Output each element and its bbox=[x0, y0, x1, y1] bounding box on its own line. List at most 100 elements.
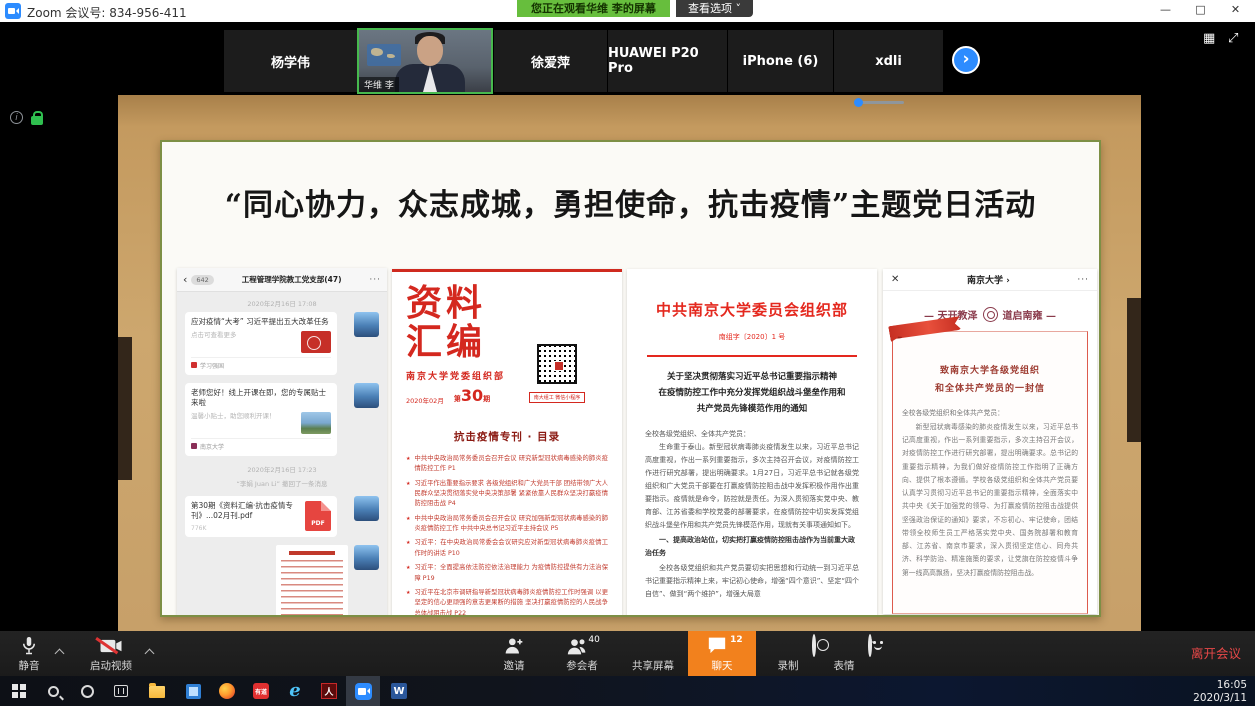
chat-header: ‹ 642 工程管理学院教工党支部(47) ··· bbox=[177, 268, 387, 292]
view-options-button[interactable]: 查看选项 ˅ bbox=[676, 0, 753, 17]
link-card-source: 南京大学 bbox=[200, 442, 224, 451]
toc-item: ★习近平在北京市调研指导新型冠状病毒肺炎疫情防控工作时强调 以更坚定的信心更顽强… bbox=[406, 588, 608, 617]
mute-options-chevron[interactable] bbox=[56, 648, 64, 656]
letter-title: 致南京大学各级党组织 bbox=[902, 362, 1078, 380]
chat-unread-count: 12 bbox=[730, 635, 743, 645]
fullscreen-icon[interactable]: ⤢ bbox=[1228, 31, 1238, 46]
qr-code-block: 南大组工 微信小程序 bbox=[514, 344, 600, 403]
magazine-title-line1: 资料 bbox=[406, 284, 608, 323]
record-icon bbox=[812, 634, 816, 657]
official-document-screenshot: 中共南京大学委员会组织部 南组字〔2020〕1 号 关于坚决贯彻落实习近平总书记… bbox=[627, 269, 877, 617]
maximize-button[interactable]: □ bbox=[1183, 0, 1218, 20]
document-thumb-heading bbox=[289, 551, 335, 555]
zoom-taskbar-button[interactable] bbox=[346, 676, 380, 706]
microphone-icon bbox=[20, 636, 38, 656]
qr-code bbox=[537, 344, 577, 384]
scroll-indicator[interactable] bbox=[858, 101, 904, 104]
link-card-title: 应对疫情“大考” 习近平提出五大改革任务 bbox=[191, 317, 331, 328]
link-card: 老师您好！线上开课在即，您的专属贴士来啦 温馨小贴士，助您顺利开课！ 南京大学 bbox=[185, 383, 337, 456]
file-explorer-button[interactable] bbox=[140, 676, 174, 706]
zoom-app-icon bbox=[5, 3, 21, 19]
document-paragraph: 全校各级党组织和共产党员要切实把思想和行动统一到习近平总书记重要指示精神上来，牢… bbox=[645, 562, 859, 601]
participants-button[interactable]: 40 参会者 bbox=[550, 631, 614, 676]
mute-button[interactable]: 静音 bbox=[6, 631, 52, 676]
link-card-title: 老师您好！线上开课在即，您的专属贴士来啦 bbox=[191, 388, 331, 409]
back-icon: ‹ bbox=[183, 273, 187, 286]
photos-app-button[interactable] bbox=[176, 676, 210, 706]
magazine-issue: 第30期 bbox=[454, 386, 490, 405]
toc-title: 抗击疫情专刊 · 目录 bbox=[406, 429, 608, 444]
close-icon: ✕ bbox=[891, 274, 899, 285]
photo-dark-edge-left bbox=[118, 337, 132, 480]
toc-bullet-icon: ★ bbox=[406, 479, 410, 510]
minimize-button[interactable]: — bbox=[1148, 0, 1183, 20]
sender-avatar bbox=[354, 545, 379, 570]
share-screen-button[interactable]: 共享屏幕 bbox=[622, 631, 684, 676]
cortana-icon bbox=[81, 685, 94, 698]
gallery-view-icon[interactable]: ▦ bbox=[1203, 31, 1215, 46]
wechat-article-screenshot: ✕ 南京大学 › ··· — 天开教泽 道启南雍 — 致南京大学各级党组织 和全… bbox=[883, 269, 1097, 614]
toc-item: ★习近平作出重要指示要求 各级党组织和广大党员干部 团结带领广大人民群众坚决贯彻… bbox=[406, 479, 608, 510]
link-card-subtitle: 点击可查看更多 bbox=[191, 331, 237, 340]
more-icon: ··· bbox=[369, 275, 381, 285]
close-button[interactable]: ✕ bbox=[1218, 0, 1253, 20]
participant-tile[interactable]: iPhone (6) bbox=[727, 30, 833, 92]
participant-video-tile[interactable]: 华维 李 bbox=[357, 28, 493, 94]
acrobat-button[interactable]: 人 bbox=[312, 676, 346, 706]
toc-item: ★中共中央政治局常务委员会召开会议 研究新型冠状病毒感染的肺炎疫情防控工作 P1 bbox=[406, 454, 608, 475]
letter-body: 新型冠状病毒感染的肺炎疫情发生以来，习近平总书记高度重视，作出一系列重要指示，多… bbox=[902, 421, 1078, 580]
letter-salutation: 全校各级党组织和全体共产党员： bbox=[902, 407, 1078, 420]
leave-meeting-button[interactable]: 离开会议 bbox=[1191, 631, 1241, 676]
magazine-date: 2020年02月 bbox=[406, 395, 444, 405]
video-options-chevron[interactable] bbox=[146, 648, 154, 656]
chat-button[interactable]: 12 聊天 bbox=[688, 631, 756, 676]
chat-message-row: 老师您好！线上开课在即，您的专属贴士来啦 温馨小贴士，助您顺利开课！ 南京大学 bbox=[185, 383, 379, 456]
chat-message-row: 第30期《资料汇编·抗击疫情专刊》...02月刊.pdf 776K PDF bbox=[185, 496, 379, 537]
participant-tile[interactable]: 徐爱萍 bbox=[493, 30, 607, 92]
chat-timestamp: 2020年2月16日 17:08 bbox=[177, 298, 387, 308]
internet-explorer-button[interactable]: e bbox=[278, 676, 312, 706]
start-video-button[interactable]: 启动视频 bbox=[80, 631, 142, 676]
folder-icon bbox=[149, 686, 165, 698]
sender-avatar bbox=[354, 312, 379, 337]
cortana-button[interactable] bbox=[70, 676, 104, 706]
firefox-button[interactable] bbox=[210, 676, 244, 706]
meeting-info-icon[interactable]: i bbox=[10, 111, 23, 124]
document-title: 关于坚决贯彻落实习近平总书记重要指示精神 在疫情防控工作中充分发挥党组织战斗堡垒… bbox=[645, 369, 859, 417]
acrobat-icon: 人 bbox=[321, 683, 337, 699]
participant-tile[interactable]: HUAWEI P20 Pro bbox=[607, 30, 727, 92]
start-button[interactable] bbox=[2, 676, 36, 706]
invite-button[interactable]: 邀请 bbox=[486, 631, 542, 676]
window-title-bar: Zoom 会议号: 834-956-411 您正在观看华维 李的屏幕 查看选项 … bbox=[0, 0, 1255, 22]
reactions-button[interactable]: + 表情 bbox=[818, 631, 870, 676]
participant-tile[interactable]: xdli bbox=[833, 30, 943, 92]
document-thumb-lines bbox=[281, 560, 343, 618]
next-participants-arrow-icon[interactable]: › bbox=[952, 46, 980, 74]
chat-timestamp: 2020年2月16日 17:23 bbox=[177, 464, 387, 474]
letter-title: 和全体共产党员的一封信 bbox=[902, 380, 1078, 398]
participants-count: 40 bbox=[588, 635, 599, 645]
word-button[interactable]: W bbox=[382, 676, 416, 706]
taskbar-search-button[interactable] bbox=[36, 676, 70, 706]
toc-bullet-icon: ★ bbox=[406, 563, 410, 584]
document-red-rule bbox=[647, 355, 857, 357]
link-card-thumbnail bbox=[301, 412, 331, 434]
document-salutation: 全校各级党组织、全体共产党员： bbox=[645, 429, 859, 439]
task-view-button[interactable] bbox=[104, 676, 138, 706]
toc-item: ★习近平：在中央政治局常委会会议研究应对新型冠状病毒肺炎疫情工作时的讲话 P10 bbox=[406, 538, 608, 559]
toc-bullet-icon: ★ bbox=[406, 538, 410, 559]
watching-screen-badge: 您正在观看华维 李的屏幕 bbox=[517, 0, 670, 17]
university-motto: — 天开教泽 道启南雍 — bbox=[883, 307, 1097, 322]
document-paragraph: 生命重于泰山。新型冠状病毒肺炎疫情发生以来，习近平总书记高度重视，作出一系列重要… bbox=[645, 441, 859, 532]
slide-title: “同心协力，众志成城，勇担使命，抗击疫情”主题党日活动 bbox=[162, 180, 1099, 224]
pdf-file-name: 第30期《资料汇编·抗击疫情专刊》...02月刊.pdf bbox=[191, 501, 299, 522]
record-button[interactable]: 录制 bbox=[762, 631, 814, 676]
toc-bullet-icon: ★ bbox=[406, 454, 410, 475]
pdf-file-card: 第30期《资料汇编·抗击疫情专刊》...02月刊.pdf 776K PDF bbox=[185, 496, 337, 537]
taskbar-clock[interactable]: 16:05 2020/3/11 bbox=[1193, 679, 1247, 705]
youdao-button[interactable]: 有道 bbox=[244, 676, 278, 706]
windows-logo-icon bbox=[12, 684, 26, 698]
world-map-background bbox=[367, 44, 401, 66]
participant-tile[interactable]: 杨学伟 bbox=[223, 30, 357, 92]
task-view-icon bbox=[114, 685, 128, 697]
